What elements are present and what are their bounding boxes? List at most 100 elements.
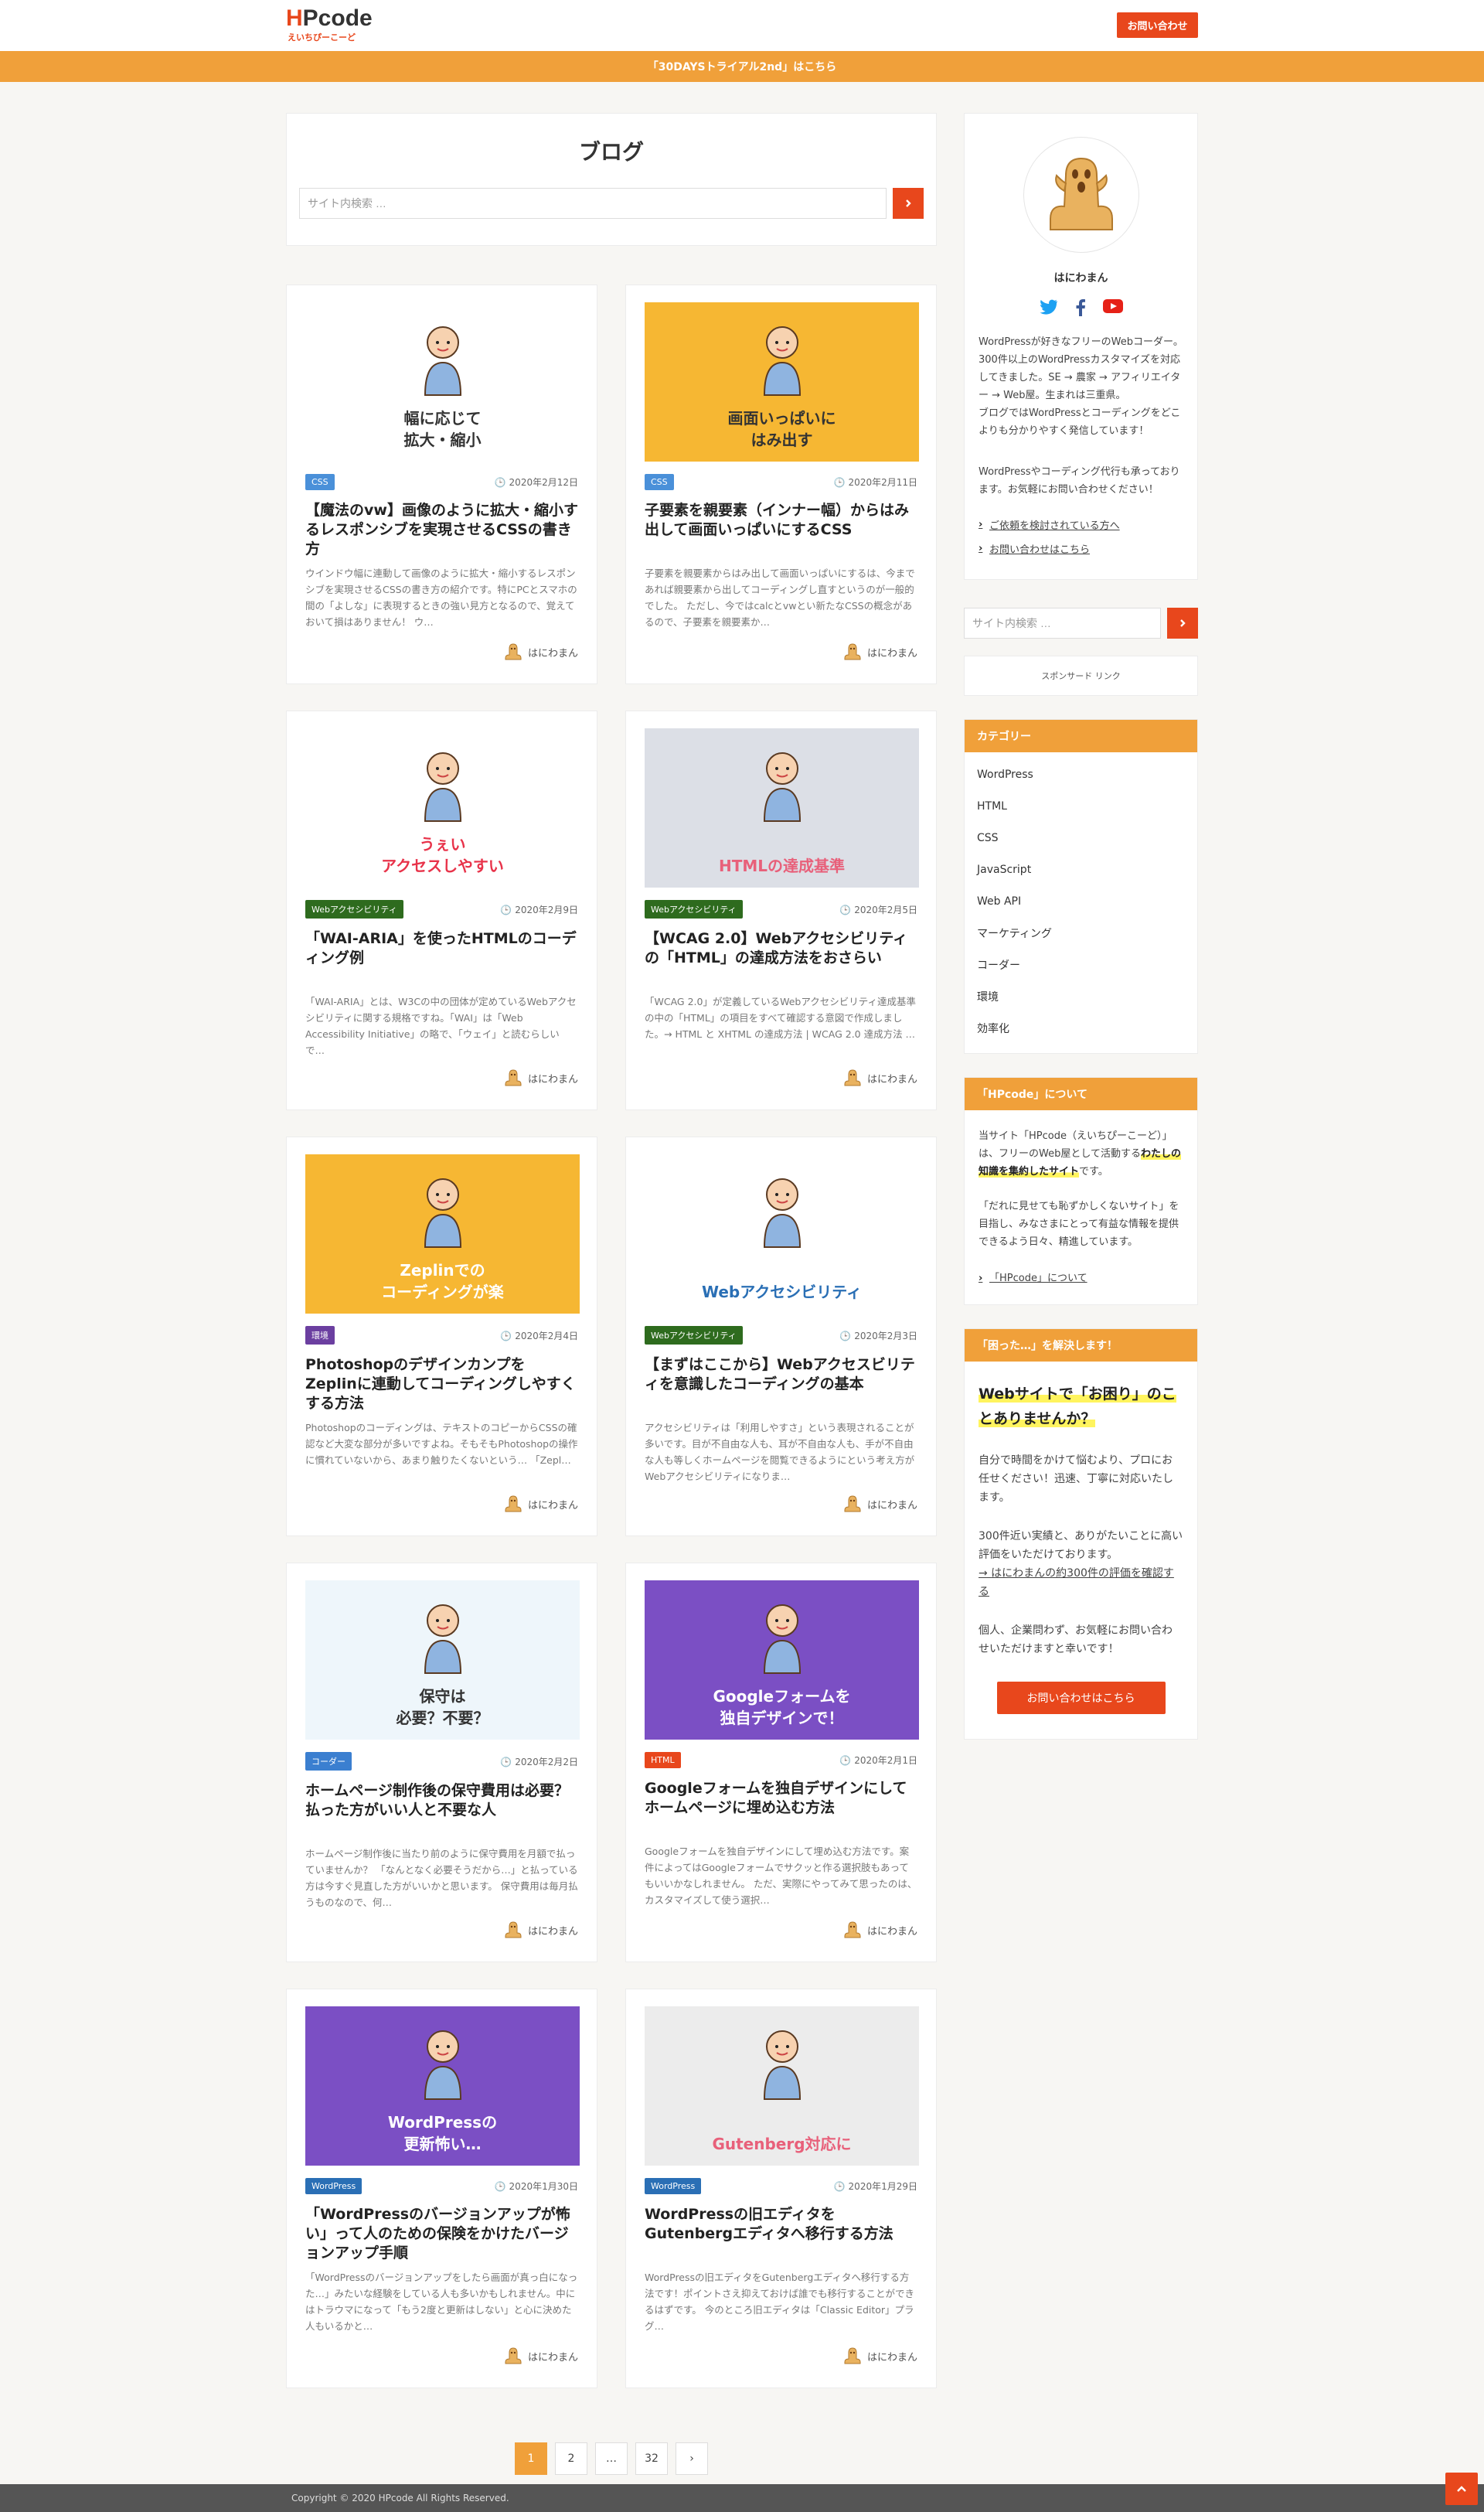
post-card[interactable]: Zeplinでの コーディングが楽環境 🕒 2020年2月4日 Photoshopの… xyxy=(286,1137,597,1536)
post-title[interactable]: ホームページ制作後の保守費用は必要？払った方がいい人と不要な人 xyxy=(305,1781,578,1839)
category-item[interactable]: 効率化 xyxy=(965,1012,1197,1044)
about-text-2: 「だれに見せても恥ずかしくないサイト」を目指し、みなさまにとって有益な情報を提供… xyxy=(979,1201,1179,1248)
reviews-link[interactable]: → はにわまんの約300件の評価を確認する xyxy=(979,1567,1174,1598)
post-category-tag[interactable]: HTML xyxy=(645,1752,681,1768)
post-category-tag[interactable]: CSS xyxy=(305,474,335,490)
page-1[interactable]: 1 xyxy=(515,2442,547,2475)
category-item[interactable]: HTML xyxy=(965,790,1197,822)
author-avatar-icon xyxy=(844,1495,861,1512)
clock-icon: 🕒 xyxy=(500,1330,516,1341)
post-thumbnail[interactable]: Googleフォームを 独自デザインで！ xyxy=(645,1580,919,1740)
post-card[interactable]: HTMLの達成基準 Webアクセシビリティ 🕒 2020年2月5日 【WCAG 2.0… xyxy=(625,711,937,1110)
back-to-top-button[interactable] xyxy=(1445,2473,1478,2505)
author-avatar-icon xyxy=(505,2347,522,2364)
post-thumbnail[interactable]: Gutenberg対応に xyxy=(645,2006,919,2166)
notice-bar[interactable]: 「30DAYSトライアル2nd」はこちら xyxy=(0,51,1484,82)
post-date-text: 2020年1月30日 xyxy=(509,2181,578,2192)
post-author-name: はにわまん xyxy=(866,647,917,660)
site-logo[interactable]: HPcode えいちぴーこーど xyxy=(286,6,373,43)
help-text-3: 個人、企業問わず、お気軽にお問い合わせいただけますと幸いです！ xyxy=(979,1624,1173,1655)
post-title[interactable]: WordPressの旧エディタを Gutenbergエディタへ移行する方法 xyxy=(645,2205,917,2263)
post-title[interactable]: Photoshopのデザインカンプを Zeplinに連動してコーディングしやすく… xyxy=(305,1355,578,1413)
search-button[interactable] xyxy=(893,188,924,219)
post-date-text: 2020年2月9日 xyxy=(515,904,578,915)
post-title[interactable]: 【まずはここから】Webアクセスビリティを意識したコーディングの基本 xyxy=(645,1355,917,1413)
sponsored-link: スポンサード リンク xyxy=(964,656,1198,696)
category-item[interactable]: JavaScript xyxy=(965,854,1197,885)
sidebar-search-input[interactable] xyxy=(964,608,1161,639)
page-title: ブログ xyxy=(578,139,644,165)
post-thumbnail[interactable]: HTMLの達成基準 xyxy=(645,728,919,888)
profile-text: WordPressが好きなフリーのWebコーダー。300件以上のWordPres… xyxy=(979,336,1183,437)
chevron-right-icon: › xyxy=(979,543,983,554)
profile-link-request[interactable]: › ご依頼を検討されている方へ xyxy=(979,517,1183,532)
post-card[interactable]: 画面いっぱいに はみ出す CSS 🕒 2020年2月11日 子要素を親要素（インナー幅… xyxy=(625,285,937,684)
post-card[interactable]: うぇい アクセスしやすい Webアクセシビリティ 🕒 2020年2月9日 「WAI-A… xyxy=(286,711,597,1110)
illustration-icon xyxy=(763,752,801,822)
search-form xyxy=(299,188,924,219)
author-avatar-icon xyxy=(505,1921,522,1938)
post-category-tag[interactable]: 環境 xyxy=(305,1326,335,1345)
category-item[interactable]: CSS xyxy=(965,822,1197,854)
post-date: 🕒 2020年1月30日 xyxy=(495,2180,578,2193)
category-item[interactable]: コーダー xyxy=(965,949,1197,980)
post-author-name: はにわまん xyxy=(527,1073,578,1086)
post-date: 🕒 2020年2月4日 xyxy=(500,1329,578,1342)
post-thumbnail[interactable]: 画面いっぱいに はみ出す xyxy=(645,302,919,462)
category-item[interactable]: WordPress xyxy=(965,758,1197,790)
post-category-tag[interactable]: コーダー xyxy=(305,1752,352,1771)
post-thumbnail[interactable]: WordPressの 更新怖い… xyxy=(305,2006,580,2166)
twitter-icon[interactable] xyxy=(1040,299,1058,319)
post-thumbnail[interactable]: 幅に応じて 拡大・縮小 xyxy=(305,302,580,462)
avatar xyxy=(1023,137,1139,253)
chevron-right-icon: › xyxy=(979,519,983,530)
header-contact-button[interactable]: お問い合わせ xyxy=(1117,12,1198,38)
post-title[interactable]: 子要素を親要素（インナー幅）からはみ出して画面いっぱいにするCSS xyxy=(645,501,917,559)
category-item[interactable]: マーケティング xyxy=(965,917,1197,949)
category-list: WordPress HTML CSS JavaScript Web API マーケティング… xyxy=(965,752,1197,1053)
post-category-tag[interactable]: CSS xyxy=(645,474,674,490)
post-title[interactable]: 「WordPressのバージョンアップが怖い」って人のための保険をかけたバージョ… xyxy=(305,2205,578,2263)
post-title[interactable]: Googleフォームを独自デザインにしてホームページに埋め込む方法 xyxy=(645,1779,917,1837)
category-item[interactable]: Web API xyxy=(965,885,1197,917)
page-last[interactable]: 32 xyxy=(635,2442,668,2475)
post-category-tag[interactable]: Webアクセシビリティ xyxy=(645,1326,743,1345)
post-category-tag[interactable]: WordPress xyxy=(305,2178,362,2194)
post-category-tag[interactable]: Webアクセシビリティ xyxy=(305,900,403,919)
post-category-tag[interactable]: Webアクセシビリティ xyxy=(645,900,743,919)
about-widget-title: 「HPcode」について xyxy=(965,1078,1197,1110)
search-input[interactable] xyxy=(299,188,887,219)
post-date-text: 2020年2月12日 xyxy=(509,477,578,488)
post-thumbnail[interactable]: Zeplinでの コーディングが楽 xyxy=(305,1154,580,1314)
post-title[interactable]: 【魔法のvw】画像のように拡大・縮小するレスポンシブを実現させるCSSの書き方 xyxy=(305,501,578,559)
help-contact-button[interactable]: お問い合わせはこちら xyxy=(996,1682,1166,1714)
post-card[interactable]: 保守は 必要？不要？ コーダー 🕒 2020年2月2日 ホームページ制作後の保守費用は… xyxy=(286,1563,597,1962)
post-category-tag[interactable]: WordPress xyxy=(645,2178,702,2194)
post-card[interactable]: Webアクセシビリティ Webアクセシビリティ 🕒 2020年2月3日 【まずはここか… xyxy=(625,1137,937,1536)
post-card[interactable]: 幅に応じて 拡大・縮小 CSS 🕒 2020年2月12日 【魔法のvw】画像のように拡… xyxy=(286,285,597,684)
page-dots: … xyxy=(595,2442,628,2475)
illustration-icon xyxy=(763,326,801,396)
help-text-2a: 300件近い実績と、ありがたいことに高い評価をいただけております。 xyxy=(979,1530,1183,1561)
post-title[interactable]: 「WAI-ARIA」を使ったHTMLのコーディング例 xyxy=(305,929,578,987)
about-link[interactable]: › 「HPcode」について xyxy=(979,1270,1183,1287)
page-2[interactable]: 2 xyxy=(555,2442,587,2475)
post-thumbnail[interactable]: Webアクセシビリティ xyxy=(645,1154,919,1314)
profile-link-contact[interactable]: › お問い合わせはこちら xyxy=(979,541,1183,556)
post-author-name: はにわまん xyxy=(866,1499,917,1512)
post-author-name: はにわまん xyxy=(527,647,578,660)
sidebar-search-button[interactable] xyxy=(1167,608,1198,639)
post-title[interactable]: 【WCAG 2.0】Webアクセシビリティの「HTML」の達成方法をおさらい xyxy=(645,929,917,987)
post-thumbnail[interactable]: うぇい アクセスしやすい xyxy=(305,728,580,888)
post-author: はにわまん xyxy=(505,1495,578,1512)
category-item[interactable]: 環境 xyxy=(965,980,1197,1012)
youtube-icon[interactable] xyxy=(1102,299,1123,319)
post-card[interactable]: WordPressの 更新怖い… WordPress 🕒 2020年1月30日「Wo… xyxy=(286,1989,597,2388)
facebook-icon[interactable] xyxy=(1075,299,1086,319)
post-card[interactable]: Googleフォームを 独自デザインで！ HTML 🕒 2020年2月1日 Googl… xyxy=(625,1563,937,1962)
profile-link-contact-label: お問い合わせはこちら xyxy=(989,544,1091,556)
post-thumbnail[interactable]: 保守は 必要？不要？ xyxy=(305,1580,580,1740)
about-text-1: 当サイト「HPcode（えいちぴーこーど）」は、フリーのWeb屋として活動するわ… xyxy=(979,1127,1183,1181)
post-card[interactable]: Gutenberg対応に WordPress 🕒 2020年1月29日 WordPre… xyxy=(625,1989,937,2388)
page-next[interactable]: › xyxy=(676,2442,708,2475)
